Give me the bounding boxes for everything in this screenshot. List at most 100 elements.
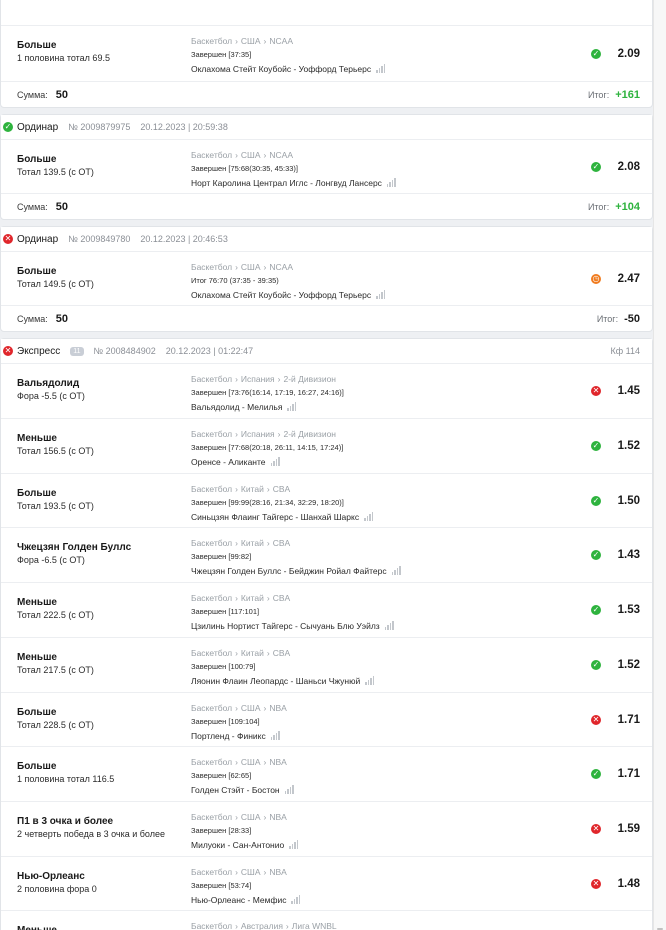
breadcrumb-item[interactable]: Китай xyxy=(241,648,264,658)
event-teams[interactable]: Цзилинь Нортист Тайгерс - Сычуань Блю Уэ… xyxy=(191,620,551,633)
signal-bars-icon[interactable] xyxy=(289,840,299,852)
breadcrumb-item[interactable]: NBA xyxy=(269,757,286,767)
event-teams[interactable]: Синьцзян Флаинг Тайгерс - Шанхай Шаркс xyxy=(191,511,551,524)
scrollbar[interactable] xyxy=(653,0,666,930)
signal-bars-icon[interactable] xyxy=(364,512,374,524)
breadcrumb-item[interactable]: Китай xyxy=(241,593,264,603)
event-teams[interactable]: Оклахома Стейт Коубойс - Уоффорд Терьерс xyxy=(191,63,551,76)
breadcrumb-item[interactable]: Баскетбол xyxy=(191,150,232,160)
teams-label: Голден Стэйт - Бостон xyxy=(191,785,280,795)
breadcrumb-item[interactable]: США xyxy=(241,262,261,272)
bet-row[interactable]: Больше Тотал 228.5 (с ОТ) Баскетбол › США › NB… xyxy=(1,692,652,746)
breadcrumb-item[interactable]: Баскетбол xyxy=(191,812,232,822)
breadcrumb-item[interactable]: NCAA xyxy=(269,36,293,46)
coupon-header[interactable]: ✕ Ординар № 2009849780 20.12.2023 | 20:46:5… xyxy=(1,227,652,251)
bet-row[interactable]: Меньше Тотал 217.5 (с ОТ) Баскетбол › Китай ›… xyxy=(1,637,652,692)
signal-bars-icon[interactable] xyxy=(384,621,395,633)
event-info: Баскетбол › США › NBA Завершен [53:74] Нью-Орл… xyxy=(191,866,551,907)
breadcrumb-item[interactable]: Испания xyxy=(241,429,275,439)
bet-row[interactable]: П1 в 3 очка и более 2 четверть победа в 3… xyxy=(1,801,652,856)
signal-bars-icon[interactable] xyxy=(365,676,375,688)
breadcrumb-item[interactable]: Баскетбол xyxy=(191,593,232,603)
signal-bars-icon[interactable] xyxy=(387,0,397,1)
bet-row[interactable]: Меньше Тотал 156.5 (с ОТ) Баскетбол › Испани… xyxy=(1,418,652,473)
bet-row[interactable]: Нью-Орлеанс 2 половина фора 0 Баскетбол › СШ… xyxy=(1,856,652,910)
bet-odds-box: ✕ 1.59 xyxy=(591,802,640,856)
bet-row[interactable]: Больше 1 половина тотал 69.5 Баскетбол › США… xyxy=(1,25,652,81)
clock-icon: ◷ xyxy=(591,273,601,284)
breadcrumb-item[interactable]: NBA xyxy=(269,812,286,822)
bet-outcome: Нью-Орлеанс 2 половина фора 0 xyxy=(17,870,187,896)
breadcrumb-item[interactable]: США xyxy=(241,150,261,160)
breadcrumb-item[interactable]: Австралия xyxy=(241,921,283,930)
breadcrumb-item[interactable]: CBA xyxy=(273,484,290,494)
bet-row[interactable]: Больше Тотал 149.5 (с ОТ) Баскетбол › США › NC… xyxy=(1,251,652,305)
bet-row[interactable]: Меньше Тотал 222.5 (с ОТ) Баскетбол › Китай ›… xyxy=(1,582,652,637)
event-teams[interactable]: Ляонин Флаин Леопардс - Шаньси Чжунюй xyxy=(191,675,551,688)
event-teams[interactable]: Портленд - Финикс xyxy=(191,730,551,743)
events-count-badge: 11 xyxy=(70,346,84,356)
breadcrumb-item[interactable]: Баскетбол xyxy=(191,867,232,877)
coupon-header[interactable]: ✕ Экспресс 11 № 2008484902 20.12.2023 | 01:2… xyxy=(1,339,652,363)
event-teams[interactable]: Нью-Орлеанс - Мемфис xyxy=(191,894,551,907)
breadcrumb-item[interactable]: Китай xyxy=(241,484,264,494)
breadcrumb-item[interactable]: CBA xyxy=(273,648,290,658)
event-teams[interactable]: Чжецзян Голден Буллс - Бейджин Ройал Фай… xyxy=(191,565,551,578)
signal-bars-icon[interactable] xyxy=(291,895,301,907)
coupon-header[interactable]: ✓ Ординар № 2009879975 20.12.2023 | 20:59:3… xyxy=(1,115,652,139)
breadcrumb-item[interactable]: Баскетбол xyxy=(191,648,232,658)
breadcrumb-item[interactable]: CBA xyxy=(273,538,290,548)
signal-bars-icon[interactable] xyxy=(270,457,281,469)
event-info: Баскетбол › США › NCAA Итог 76:70 (37:35 - 39… xyxy=(191,261,551,302)
event-teams[interactable]: Голден Стэйт - Бостон xyxy=(191,784,551,797)
bet-row[interactable]: Больше Тотал 139.5 (с ОТ) Баскетбол › США › NC… xyxy=(1,139,652,193)
breadcrumb-item[interactable]: Баскетбол xyxy=(191,429,232,439)
breadcrumb-item[interactable]: NBA xyxy=(269,703,286,713)
signal-bars-icon[interactable] xyxy=(386,178,397,190)
signal-bars-icon[interactable] xyxy=(376,64,386,76)
breadcrumb-item[interactable]: CBA xyxy=(273,593,290,603)
event-teams[interactable]: Милуоки - Сан-Антонио xyxy=(191,839,551,852)
breadcrumb-item[interactable]: Испания xyxy=(241,374,275,384)
breadcrumb-item[interactable]: США xyxy=(241,867,261,877)
event-teams[interactable]: Норт Каролина Централ Иглс - Лонгвуд Лан… xyxy=(191,177,551,190)
breadcrumb-item[interactable]: Баскетбол xyxy=(191,36,232,46)
event-teams[interactable]: Оренсе - Аликанте xyxy=(191,456,551,469)
event-info: Баскетбол›Австралия›Лига WNBLЗавершен [5… xyxy=(191,920,551,930)
breadcrumb-item[interactable]: Баскетбол xyxy=(191,484,232,494)
event-teams[interactable]: Норт Каролина Централ Иглс - Лонгвуд Лан… xyxy=(191,0,551,1)
chevron-right-icon: › xyxy=(277,429,281,439)
chevron-right-icon: › xyxy=(235,757,238,767)
market-name: Тотал 156.5 (с ОТ) xyxy=(17,446,94,456)
bet-row[interactable]: Больше Тотал 193.5 (с ОТ) Баскетбол › Китай ›… xyxy=(1,473,652,527)
breadcrumb-item[interactable]: Баскетбол xyxy=(191,703,232,713)
signal-bars-icon[interactable] xyxy=(284,785,295,797)
bet-row[interactable]: Тотал 139.5 (с ОТ)Завершен [75:68(30:35,… xyxy=(1,0,652,25)
breadcrumb-item[interactable]: Баскетбол xyxy=(191,374,232,384)
breadcrumb-item[interactable]: 2-й Дивизион xyxy=(284,374,337,384)
signal-bars-icon[interactable] xyxy=(287,402,297,414)
bet-row[interactable]: Больше 1 половина тотал 116.5 Баскетбол › СШ… xyxy=(1,746,652,801)
breadcrumb-item[interactable]: США xyxy=(241,757,261,767)
breadcrumb-item[interactable]: Баскетбол xyxy=(191,538,232,548)
breadcrumb-item[interactable]: США xyxy=(241,36,261,46)
signal-bars-icon[interactable] xyxy=(376,290,386,302)
breadcrumb-item[interactable]: Баскетбол xyxy=(191,921,232,930)
breadcrumb-item[interactable]: США xyxy=(241,812,261,822)
breadcrumb-item[interactable]: США xyxy=(241,703,261,713)
breadcrumb-item[interactable]: 2-й Дивизион xyxy=(284,429,337,439)
event-teams[interactable]: Вальядолид - Мелилья xyxy=(191,401,551,414)
breadcrumb-item[interactable]: Лига WNBL xyxy=(292,921,337,930)
signal-bars-icon[interactable] xyxy=(270,731,281,743)
signal-bars-icon[interactable] xyxy=(391,566,402,578)
breadcrumb-item[interactable]: NBA xyxy=(269,867,286,877)
breadcrumb-item[interactable]: NCAA xyxy=(269,262,293,272)
breadcrumb-item[interactable]: Баскетбол xyxy=(191,757,232,767)
breadcrumb-item[interactable]: Китай xyxy=(241,538,264,548)
event-teams[interactable]: Оклахома Стейт Коубойс - Уоффорд Терьерс xyxy=(191,289,551,302)
bet-row[interactable]: МеньшеТотал 151.5 (с ОТ)Баскетбол›Австра… xyxy=(1,910,652,930)
bet-row[interactable]: Чжецзян Голден Буллс Фора -6.5 (с ОТ) Баск… xyxy=(1,527,652,582)
bet-row[interactable]: Вальядолид Фора -5.5 (с ОТ) Баскетбол › Испа… xyxy=(1,363,652,418)
breadcrumb-item[interactable]: Баскетбол xyxy=(191,262,232,272)
breadcrumb-item[interactable]: NCAA xyxy=(269,150,293,160)
